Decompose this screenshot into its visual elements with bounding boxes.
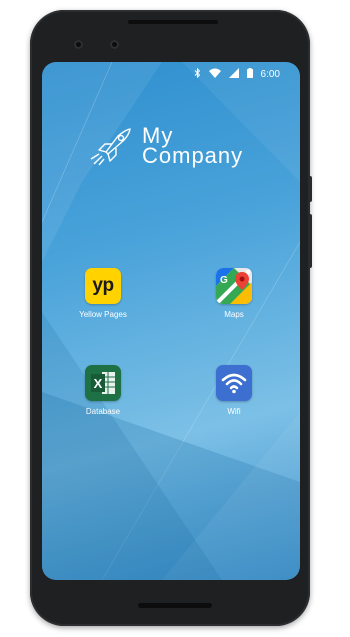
app-maps[interactable]: G Maps — [194, 268, 274, 319]
app-label: Maps — [224, 310, 244, 319]
maps-icon[interactable]: G — [216, 268, 252, 304]
app-label: Database — [85, 407, 121, 416]
company-name-line2: Company — [142, 143, 244, 168]
app-label: Wifi — [227, 407, 241, 416]
front-sensor — [110, 40, 119, 49]
power-button[interactable] — [308, 176, 312, 202]
battery-icon — [246, 67, 253, 81]
app-wifi[interactable]: Wifi — [194, 365, 274, 416]
earpiece-speaker — [128, 20, 218, 24]
home-screen: 6:00 My Company yp Yellow Pages G Maps X… — [42, 62, 300, 580]
app-database[interactable]: X Database — [63, 365, 143, 416]
company-logo: My Company — [88, 125, 244, 168]
company-name: My Company — [142, 125, 244, 168]
bottom-speaker — [138, 603, 212, 608]
yellow-pages-icon[interactable]: yp — [85, 268, 121, 304]
volume-rocker[interactable] — [308, 214, 312, 268]
app-yellow-pages[interactable]: yp Yellow Pages — [63, 268, 143, 319]
excel-icon[interactable]: X — [85, 365, 121, 401]
yellow-pages-icon-text: yp — [92, 275, 114, 296]
status-time: 6:00 — [260, 68, 280, 80]
app-label: Yellow Pages — [79, 310, 127, 319]
status-bar: 6:00 — [42, 62, 300, 86]
wifi-icon[interactable] — [216, 365, 252, 401]
cell-signal-icon — [228, 67, 239, 81]
front-camera — [74, 40, 83, 49]
svg-text:G: G — [220, 275, 228, 286]
bluetooth-icon — [194, 67, 201, 81]
rocket-icon — [90, 128, 131, 166]
wifi-signal-icon — [208, 68, 221, 81]
excel-icon-text: X — [93, 375, 103, 391]
